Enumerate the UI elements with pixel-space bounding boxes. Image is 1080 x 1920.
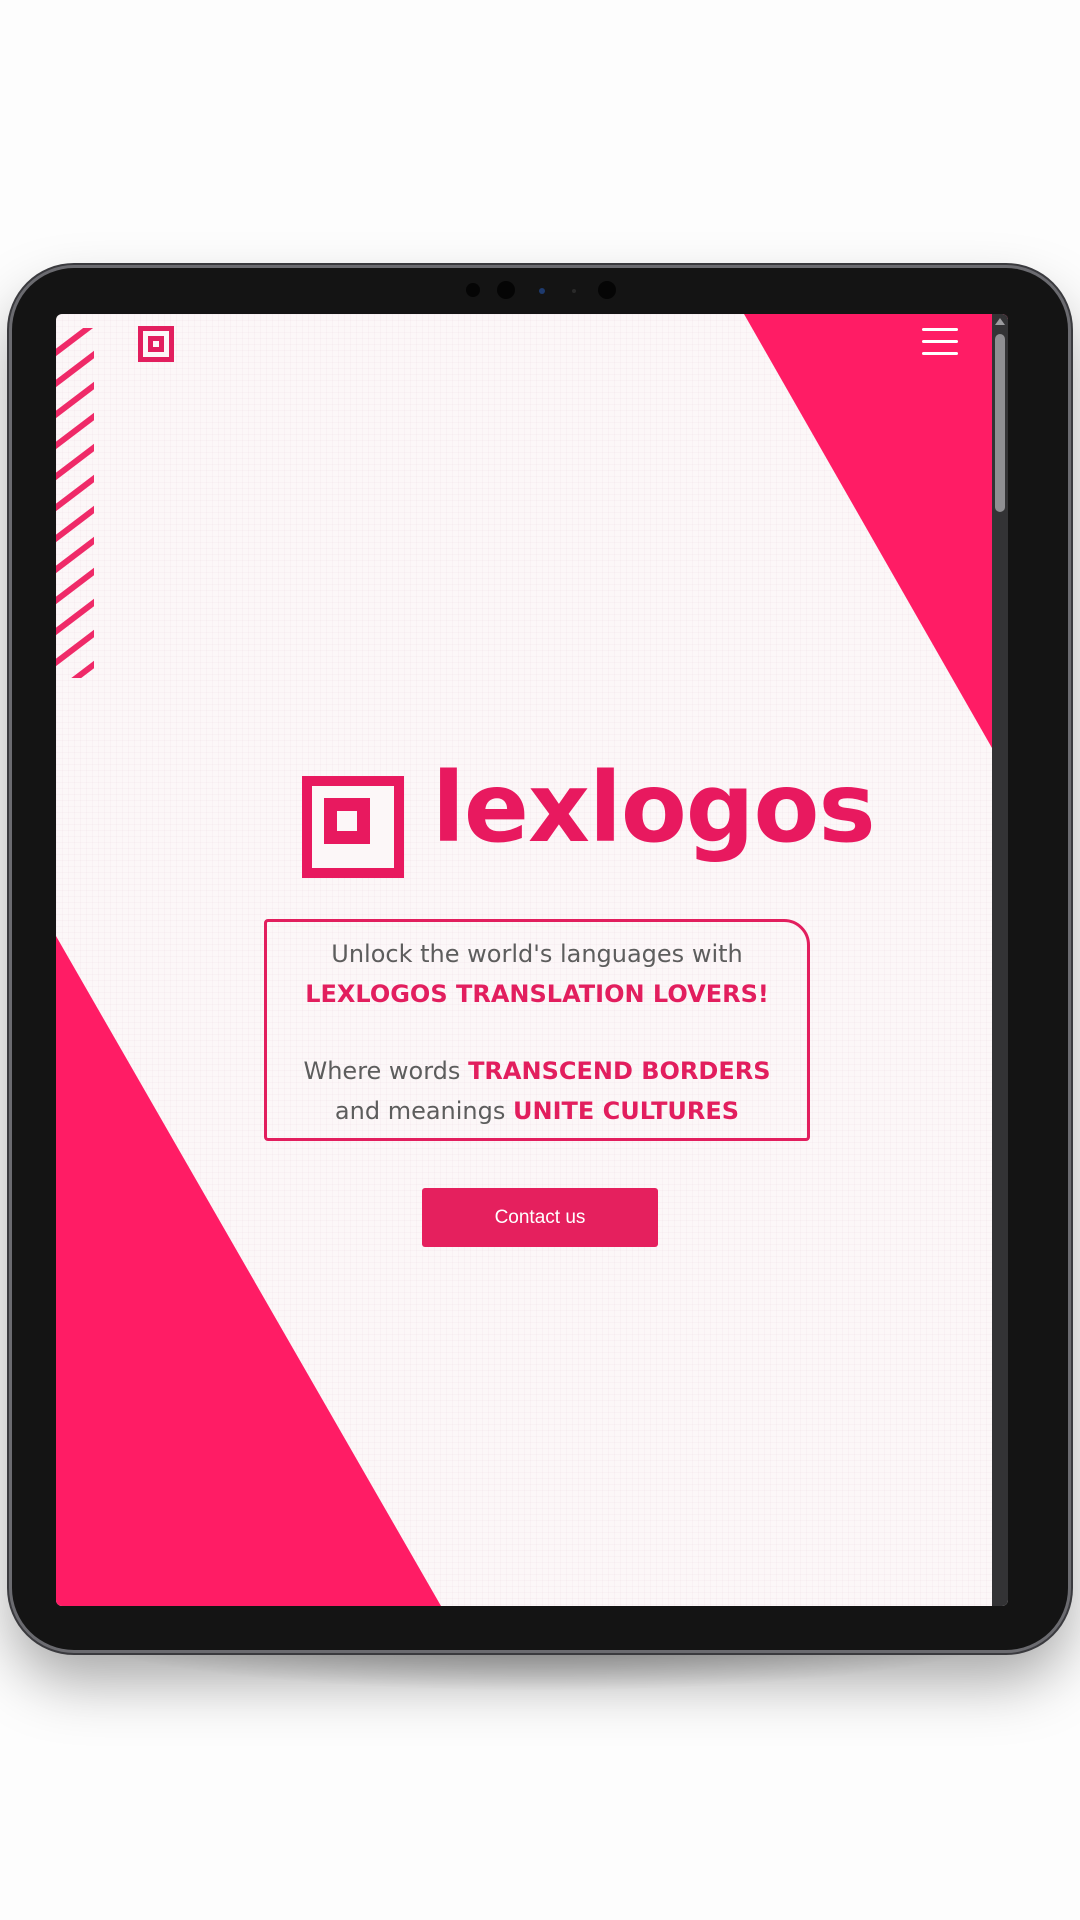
tagline-prefix-meanings: and meanings [334, 1097, 506, 1125]
tagline-line-1: Unlock the world's languages with [267, 940, 807, 968]
scrollbar-thumb[interactable] [995, 334, 1005, 512]
ambient-sensor [572, 289, 576, 293]
tagline-highlight-cultures: UNITE CULTURES [513, 1097, 740, 1125]
camera-indicator [539, 288, 545, 294]
tagline-line-4: and meanings UNITE CULTURES [267, 1097, 807, 1125]
tagline-line-3: Where words TRANSCEND BORDERS [267, 1057, 807, 1085]
tagline-highlight-brand: LEXLOGOS TRANSLATION LOVERS! [305, 980, 769, 1008]
camera-bar [0, 280, 1080, 302]
hamburger-menu-icon[interactable] [922, 326, 958, 358]
sensor-dot [466, 283, 480, 297]
tagline-box: Unlock the world's languages with LEXLOG… [264, 919, 810, 1141]
scroll-up-arrow-icon[interactable] [995, 318, 1005, 325]
front-camera [497, 281, 515, 299]
tagline-intro: Unlock the world's languages with [331, 940, 743, 968]
top-right-triangle [744, 314, 1008, 776]
tagline-line-2: LEXLOGOS TRANSLATION LOVERS! [267, 980, 807, 1008]
tagline-highlight-borders: TRANSCEND BORDERS [468, 1057, 771, 1085]
lexlogos-square-logo-icon[interactable] [138, 326, 174, 362]
website-screen: lexlogos Unlock the world's languages wi… [56, 314, 1008, 1606]
diagonal-stripes [56, 328, 94, 678]
menu-bar-top [922, 328, 958, 331]
menu-bar-bottom [922, 352, 958, 355]
page-stage: lexlogos Unlock the world's languages wi… [0, 0, 1080, 1920]
scrollbar[interactable] [992, 314, 1008, 1606]
menu-bar-middle [922, 340, 958, 343]
brand-square-icon [302, 776, 404, 878]
tagline-prefix-words: Where words [303, 1057, 461, 1085]
contact-us-button[interactable]: Contact us [422, 1188, 658, 1247]
face-id-sensor [598, 281, 616, 299]
brand-wordmark: lexlogos [432, 752, 876, 864]
brand-logo: lexlogos [302, 760, 876, 886]
